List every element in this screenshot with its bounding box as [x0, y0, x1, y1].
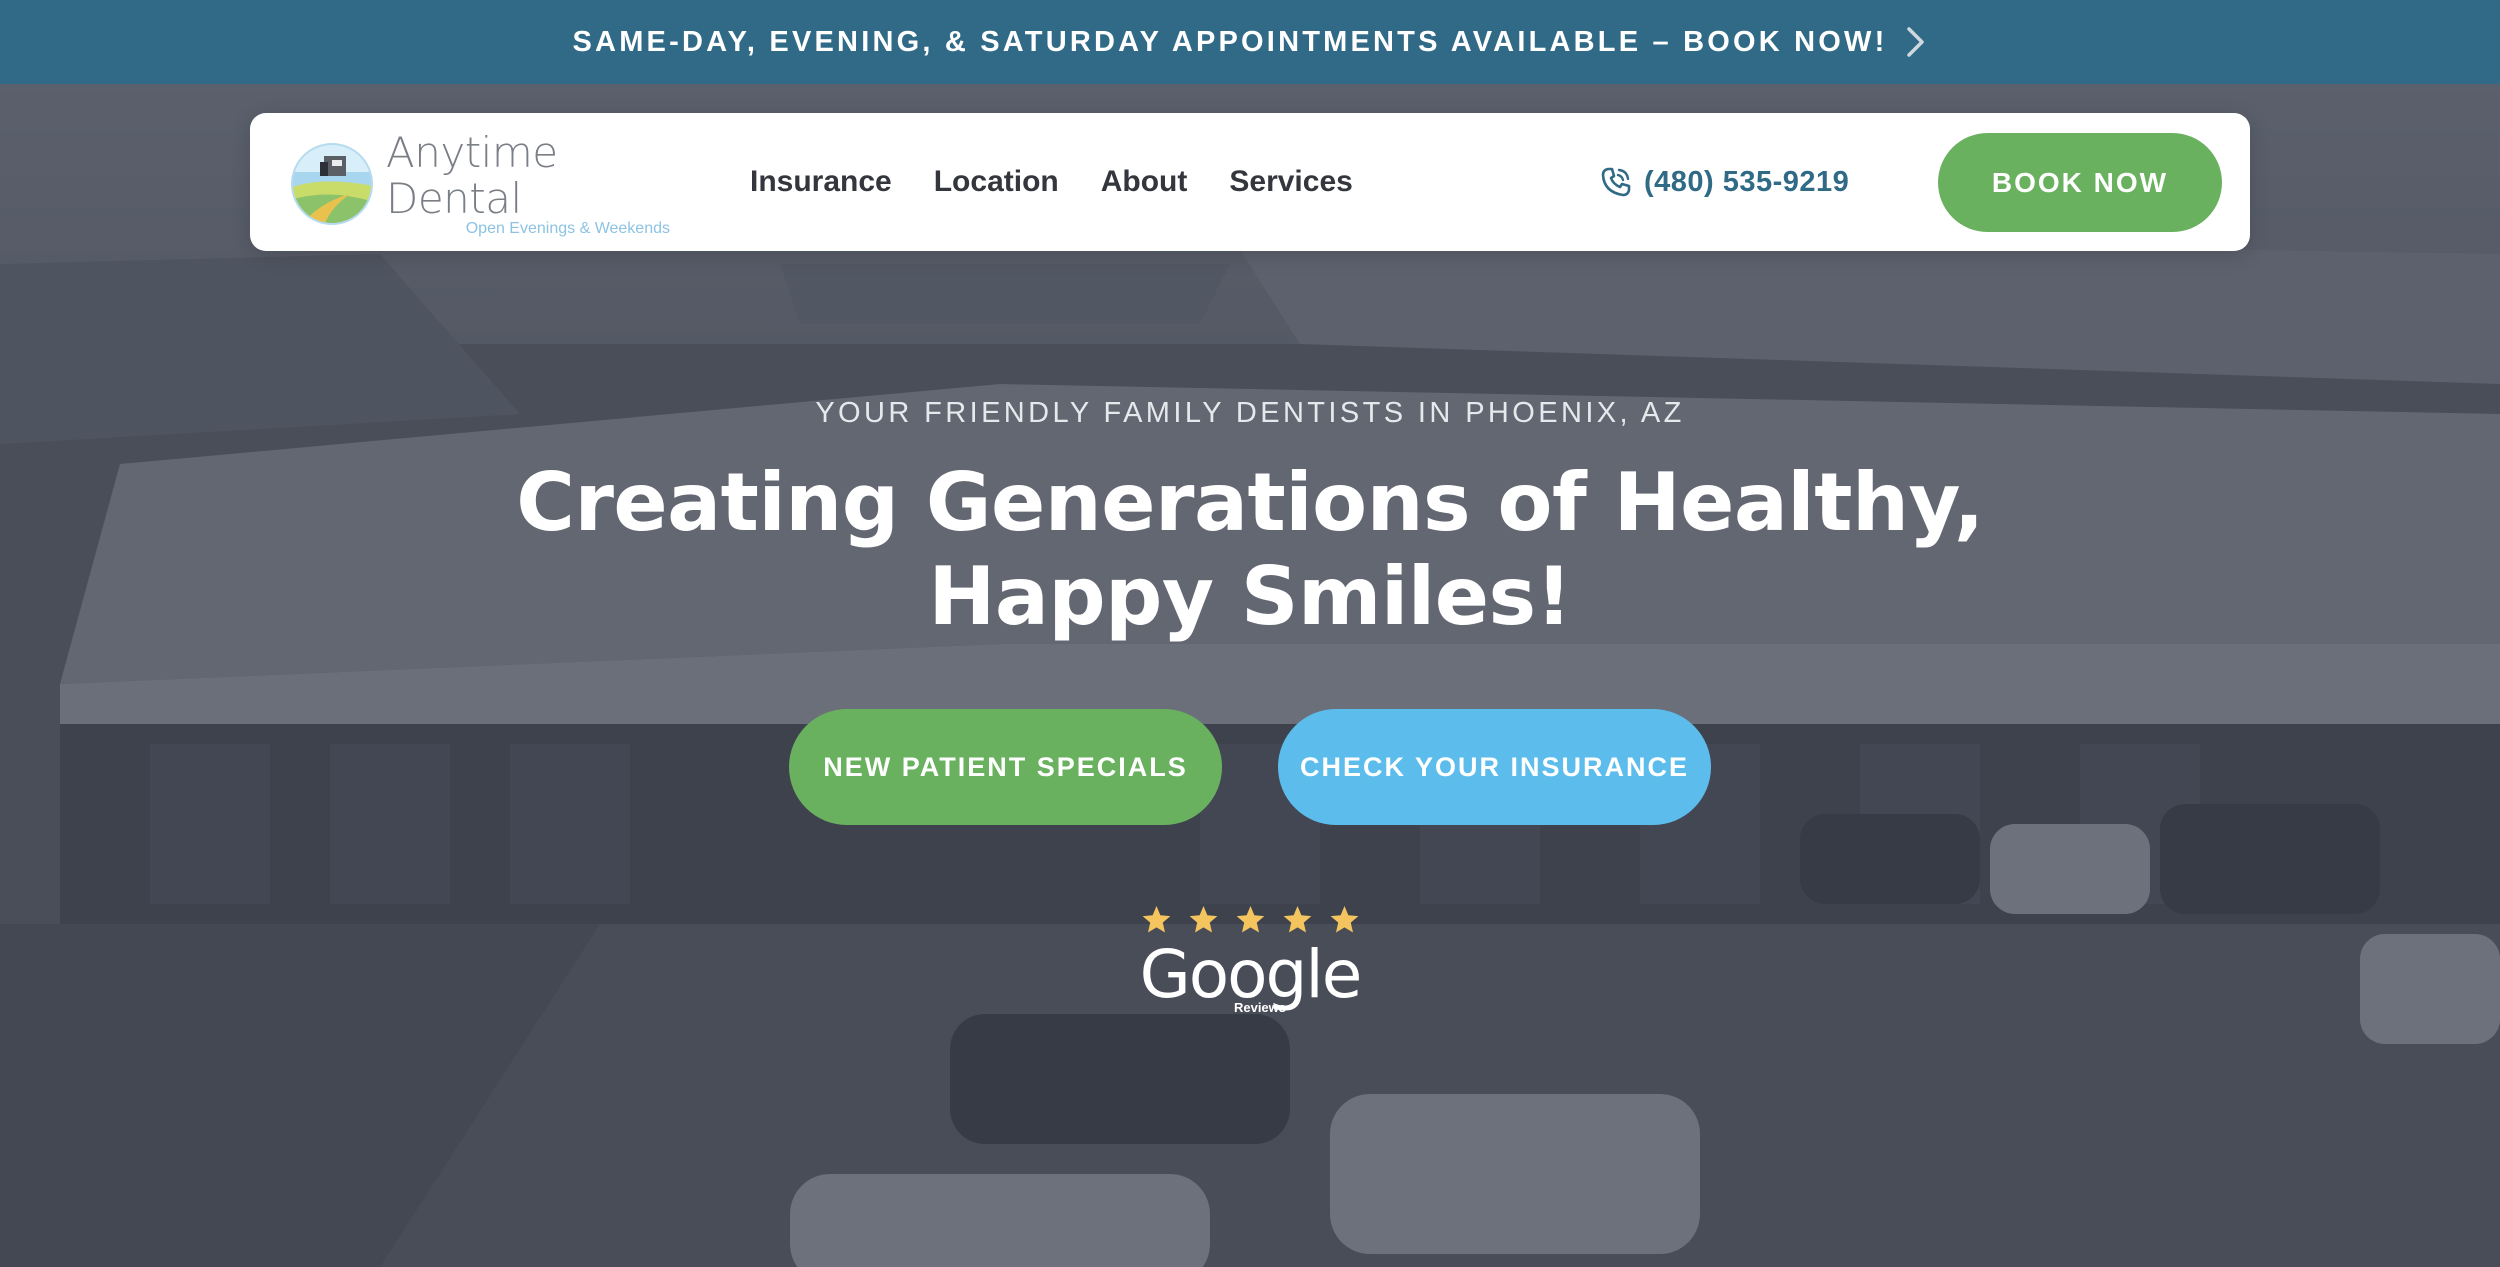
hero-eyebrow: YOUR FRIENDLY FAMILY DENTISTS IN PHOENIX… — [815, 397, 1685, 429]
logo-name: Anytime Dental — [386, 128, 558, 223]
hero-headline: Creating Generations of Healthy, Happy S… — [0, 456, 2500, 644]
nav-item-services[interactable]: Services — [1229, 165, 1352, 199]
phone-link[interactable]: (480) 535-9219 — [1600, 113, 1849, 251]
announcement-bar: SAME-DAY, EVENING, & SATURDAY APPOINTMEN… — [0, 0, 2500, 84]
hero-headline-line-1: Creating Generations of Healthy, — [516, 456, 1984, 549]
star-icon — [1236, 906, 1264, 933]
nav-item-insurance[interactable]: Insurance — [750, 165, 892, 199]
new-patient-specials-button[interactable]: NEW PATIENT SPECIALS — [789, 709, 1222, 825]
announcement-text: SAME-DAY, EVENING, & SATURDAY APPOINTMEN… — [572, 25, 1888, 58]
google-reviews-badge[interactable]: Google Reviews — [1130, 904, 1370, 1024]
logo-tagline: Open Evenings & Weekends — [465, 220, 670, 237]
nav-item-location[interactable]: Location — [934, 165, 1059, 199]
logo-emblem-icon — [291, 143, 373, 225]
hero-cta-group: NEW PATIENT SPECIALS CHECK YOUR INSURANC… — [789, 709, 1711, 825]
hero-section: YOUR FRIENDLY FAMILY DENTISTS IN PHOENIX… — [0, 84, 2500, 1267]
site-logo[interactable]: Anytime Dental Open Evenings & Weekends — [290, 130, 670, 237]
check-insurance-button[interactable]: CHECK YOUR INSURANCE — [1278, 709, 1711, 825]
star-rating — [1140, 904, 1361, 936]
main-nav: Insurance Location About Services — [750, 113, 1353, 251]
reviews-label: Reviews — [1233, 1000, 1287, 1015]
hero-headline-line-2: Happy Smiles! — [928, 550, 1572, 643]
star-icon — [1283, 906, 1311, 933]
nav-item-about[interactable]: About — [1101, 165, 1188, 199]
star-icon — [1330, 906, 1358, 933]
logo-text: Anytime Dental Open Evenings & Weekends — [386, 130, 670, 238]
chevron-right-icon — [1907, 27, 1925, 57]
phone-number: (480) 535-9219 — [1644, 165, 1850, 198]
star-icon — [1142, 906, 1170, 933]
star-icon — [1189, 906, 1217, 933]
book-now-button[interactable]: BOOK NOW — [1938, 133, 2222, 232]
announcement-link[interactable]: SAME-DAY, EVENING, & SATURDAY APPOINTMEN… — [573, 25, 1928, 59]
phone-icon — [1601, 167, 1631, 197]
site-header: Anytime Dental Open Evenings & Weekends … — [250, 113, 2250, 251]
